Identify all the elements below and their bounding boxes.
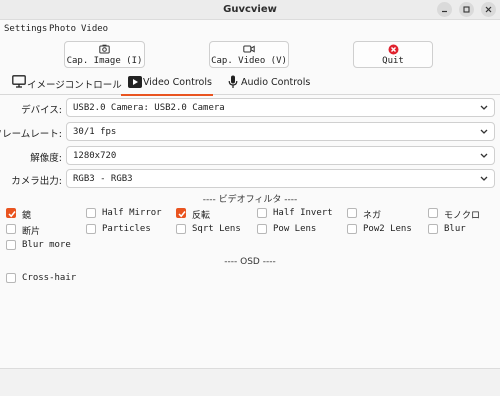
filter-checkbox[interactable] (6, 224, 16, 234)
osd-title: ---- OSD ---- (224, 257, 276, 267)
filter-checkbox[interactable] (176, 224, 186, 234)
close-icon (485, 6, 492, 13)
chevron-down-icon (480, 129, 488, 134)
resolution-select[interactable]: 1280x720 (66, 146, 495, 165)
tab-audio-controls[interactable]: Audio Controls (222, 71, 310, 95)
filter-checkbox[interactable] (176, 208, 186, 218)
filter-label[interactable]: 断片 (22, 224, 40, 237)
filter-checkbox[interactable] (86, 208, 96, 218)
filter-checkbox[interactable] (347, 224, 357, 234)
filter-label[interactable]: 反転 (192, 208, 210, 221)
cap-image-button[interactable]: Cap. Image (I) (64, 41, 145, 68)
filter-label[interactable]: Pow Lens (273, 224, 316, 234)
chevron-down-icon (480, 153, 488, 158)
filter-checkbox[interactable] (257, 208, 267, 218)
window-title: Guvcview (223, 4, 277, 15)
filter-checkbox[interactable] (257, 224, 267, 234)
chevron-down-icon (480, 176, 488, 181)
device-label: デバイス: (21, 105, 62, 116)
filter-checkbox[interactable] (6, 240, 16, 250)
osd-checkbox[interactable] (6, 273, 16, 283)
filter-label[interactable]: Blur (444, 224, 466, 234)
maximize-button[interactable] (459, 2, 474, 17)
close-button[interactable] (481, 2, 496, 17)
menu-photo[interactable]: Photo (49, 24, 76, 34)
menu-bar: Settings Photo Video (0, 20, 500, 37)
quit-label: Quit (382, 56, 404, 66)
filter-label[interactable]: 鏡 (22, 208, 31, 221)
video-filter-title: ---- ビデオフィルタ ---- (202, 195, 298, 205)
filter-label[interactable]: Particles (102, 224, 151, 234)
microphone-icon (228, 75, 238, 88)
frame-rate-label: フレームレート: (0, 129, 62, 140)
camera-output-label: カメラ出力: (11, 176, 62, 187)
tab-video-controls-label: Video Controls (143, 77, 212, 88)
filter-label[interactable]: モノクロ (444, 208, 480, 221)
tab-audio-controls-label: Audio Controls (241, 77, 311, 88)
device-select[interactable]: USB2.0 Camera: USB2.0 Camera (66, 98, 495, 117)
resolution-value: 1280x720 (73, 151, 117, 161)
osd-option-label[interactable]: Cross-hair (22, 273, 76, 283)
camera-output-value: RGB3 - RGB3 (73, 174, 133, 184)
tab-video-controls[interactable]: Video Controls (121, 71, 213, 96)
minimize-icon (442, 10, 447, 13)
status-bar (0, 368, 500, 396)
chevron-down-icon (480, 105, 488, 110)
menu-settings[interactable]: Settings (4, 24, 47, 34)
camera-icon (99, 44, 110, 54)
filter-label[interactable]: Half Invert (273, 208, 333, 218)
filter-label[interactable]: Sqrt Lens (192, 224, 241, 234)
title-bar: Guvcview (0, 0, 500, 20)
minimize-button[interactable] (437, 2, 452, 17)
quit-icon (388, 44, 398, 55)
tab-bar: イメージコントロール Video Controls Audio Controls (0, 71, 500, 96)
frame-rate-select[interactable]: 30/1 fps (66, 122, 495, 141)
filter-checkbox[interactable] (347, 208, 357, 218)
filter-label[interactable]: ネガ (363, 208, 381, 221)
resolution-label: 解像度: (30, 153, 62, 164)
cap-video-button[interactable]: Cap. Video (V) (209, 41, 289, 68)
quit-button[interactable]: Quit (353, 41, 433, 68)
maximize-icon (463, 6, 470, 13)
device-value: USB2.0 Camera: USB2.0 Camera (73, 103, 225, 113)
camera-output-select[interactable]: RGB3 - RGB3 (66, 169, 495, 188)
filter-checkbox[interactable] (428, 224, 438, 234)
filter-label[interactable]: Pow2 Lens (363, 224, 412, 234)
video-controls-panel: デバイス: USB2.0 Camera: USB2.0 Camera フレームレ… (0, 96, 500, 368)
filter-checkbox[interactable] (428, 208, 438, 218)
cap-image-label: Cap. Image (I) (66, 56, 143, 66)
frame-rate-value: 30/1 fps (73, 127, 117, 137)
filter-checkbox[interactable] (6, 208, 16, 218)
video-play-icon (128, 76, 142, 88)
cap-video-label: Cap. Video (V) (211, 56, 287, 66)
filter-label[interactable]: Half Mirror (102, 208, 162, 218)
tab-image-controls[interactable]: イメージコントロール (8, 71, 122, 95)
filter-checkbox[interactable] (86, 224, 96, 234)
menu-video[interactable]: Video (81, 24, 108, 34)
video-camera-icon (243, 45, 255, 53)
monitor-icon (12, 75, 26, 88)
filter-label[interactable]: Blur more (22, 240, 71, 250)
tab-image-controls-label: イメージコントロール (27, 80, 122, 91)
